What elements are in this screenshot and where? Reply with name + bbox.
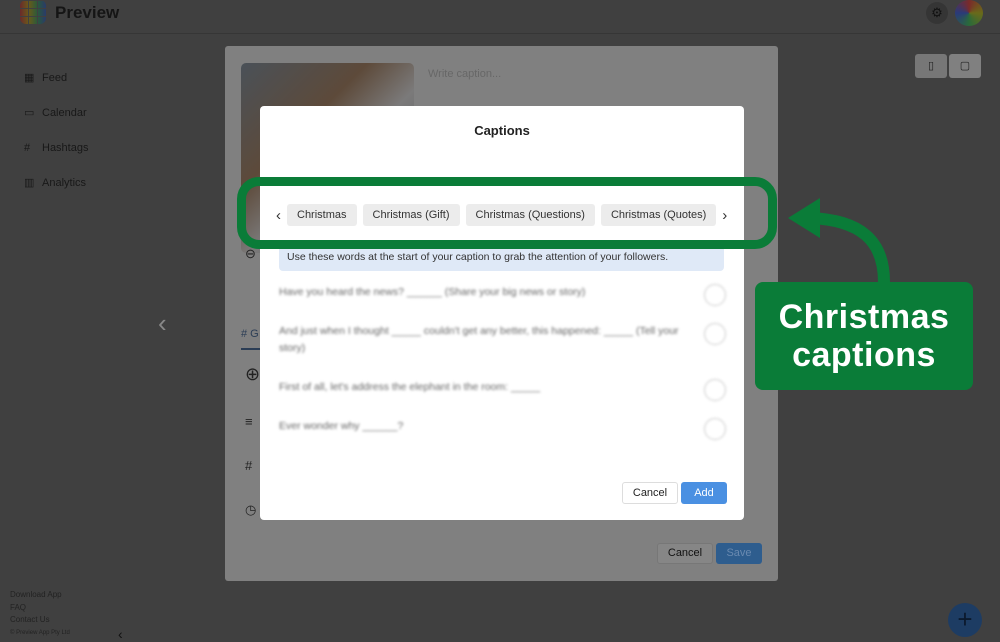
calendar-icon: ▭	[24, 107, 35, 119]
top-bar: Preview ⚙	[0, 0, 1000, 34]
sidebar-item-label: Calendar	[42, 106, 87, 119]
list-item[interactable]: Have you heard the news? ______ (Share y…	[279, 284, 726, 306]
editor-save-button[interactable]: Save	[716, 543, 762, 564]
callout-line-1: Christmas	[778, 298, 950, 336]
caption-list: Have you heard the news? ______ (Share y…	[279, 284, 726, 457]
caption-text: First of all, let's address the elephant…	[279, 381, 541, 393]
previous-arrow-icon[interactable]: ‹	[158, 308, 167, 339]
add-circle-icon[interactable]: ⊕	[245, 364, 260, 385]
chart-icon: ▥	[24, 177, 35, 189]
check-circle-icon[interactable]	[704, 418, 726, 440]
list-item[interactable]: First of all, let's address the elephant…	[279, 379, 726, 401]
hashtag-icon: #	[24, 141, 31, 154]
caption-input[interactable]: Write caption...	[428, 68, 501, 80]
chip-christmas[interactable]: Christmas	[287, 204, 357, 226]
chevron-right-icon[interactable]: ›	[722, 207, 727, 224]
avatar[interactable]	[955, 0, 983, 26]
list-icon: ≡	[245, 414, 253, 429]
faq-link[interactable]: FAQ	[10, 602, 70, 615]
app-logo	[20, 0, 46, 24]
sidebar-item-label: Analytics	[42, 176, 87, 189]
callout-line-2: captions	[792, 336, 936, 374]
tablet-view-icon[interactable]: ▢	[949, 54, 981, 78]
sidebar-item-feed[interactable]: ▦ Feed	[24, 60, 88, 95]
gear-icon[interactable]: ⚙	[926, 2, 948, 24]
phone-view-icon[interactable]: ▯	[915, 54, 947, 78]
download-app-link[interactable]: Download App	[10, 589, 70, 602]
cancel-button[interactable]: Cancel	[622, 482, 678, 504]
add-post-button[interactable]: +	[948, 603, 982, 637]
sidebar-item-hashtags[interactable]: # Hashtags	[24, 130, 88, 165]
caption-text: Ever wonder why ______?	[279, 420, 404, 432]
chip-christmas-quotes[interactable]: Christmas (Quotes)	[600, 204, 717, 226]
chip-christmas-questions[interactable]: Christmas (Questions)	[465, 204, 595, 226]
sidebar-item-label: Feed	[42, 71, 68, 84]
check-circle-icon[interactable]	[704, 379, 726, 401]
annotation-callout: Christmas captions	[755, 282, 973, 390]
caption-text: Have you heard the news? ______ (Share y…	[279, 286, 586, 298]
sidebar: ▦ Feed ▭ Calendar # Hashtags ▥ Analytics	[24, 60, 88, 200]
app-title: Preview	[55, 3, 120, 22]
chip-christmas-gift[interactable]: Christmas (Gift)	[362, 204, 460, 226]
sidebar-item-label: Hashtags	[42, 141, 89, 154]
check-circle-icon[interactable]	[704, 284, 726, 306]
annotation-arrow-icon	[788, 198, 890, 283]
clock-icon: ◷	[245, 502, 257, 517]
copyright: © Preview App Pty Ltd	[10, 629, 70, 636]
list-item[interactable]: And just when I thought _____ couldn't g…	[279, 323, 726, 357]
editor-cancel-button[interactable]: Cancel	[657, 543, 713, 564]
info-banner: Use these words at the start of your cap…	[279, 245, 724, 271]
add-icon[interactable]: ⊖	[245, 246, 256, 262]
dialog-title: Captions	[474, 123, 530, 138]
check-circle-icon[interactable]	[704, 323, 726, 345]
category-chips: ‹ Christmas Christmas (Gift) Christmas (…	[276, 204, 727, 226]
grid-icon: ▦	[24, 72, 35, 84]
chevron-left-icon[interactable]: ‹	[276, 207, 281, 224]
add-button[interactable]: Add	[681, 482, 727, 504]
list-item[interactable]: Ever wonder why ______?	[279, 418, 726, 440]
sidebar-item-analytics[interactable]: ▥ Analytics	[24, 165, 88, 200]
caption-text: And just when I thought _____ couldn't g…	[279, 325, 679, 354]
captions-dialog: Captions ‹ Christmas Christmas (Gift) Ch…	[260, 106, 744, 520]
sidebar-footer: Download App FAQ Contact Us © Preview Ap…	[10, 589, 70, 639]
hashtag-icon: #	[245, 458, 253, 473]
contact-link[interactable]: Contact Us	[10, 614, 70, 627]
sidebar-item-calendar[interactable]: ▭ Calendar	[24, 95, 88, 130]
